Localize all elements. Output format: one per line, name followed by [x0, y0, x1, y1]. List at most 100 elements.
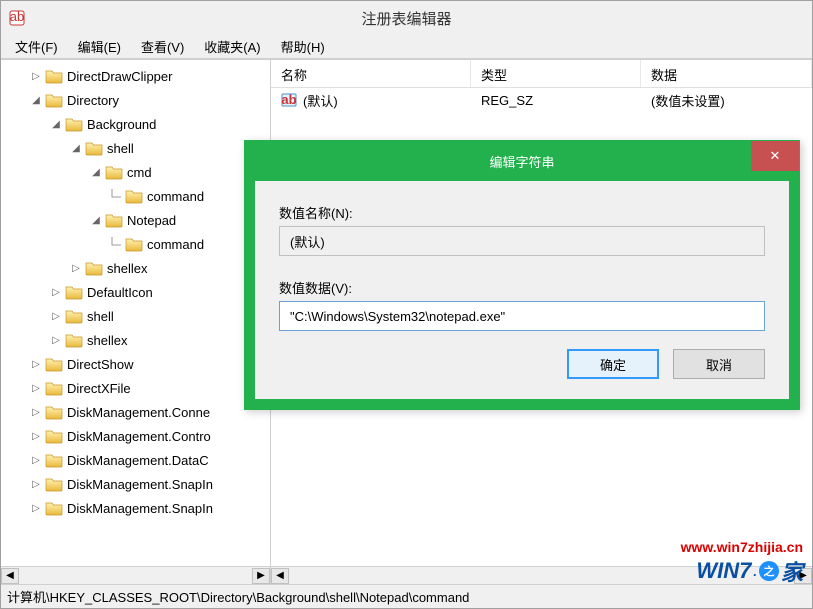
value-name-field: (默认) [279, 226, 765, 256]
tree-item-label: shellex [107, 261, 147, 276]
expander-icon[interactable]: ▷ [29, 429, 43, 443]
scroll-right-arrow-icon[interactable]: ▶ [252, 568, 270, 584]
label-value-name: 数值名称(N): [279, 203, 765, 222]
column-type[interactable]: 类型 [471, 60, 641, 87]
scroll-left-arrow-icon[interactable]: ◀ [1, 568, 19, 584]
tree-item-label: shellex [87, 333, 127, 348]
tree-item-label: Directory [67, 93, 119, 108]
tree-item[interactable]: ◢ shell [1, 136, 270, 160]
expander-icon[interactable]: ▷ [29, 381, 43, 395]
tree-item[interactable]: ◢Notepad [1, 208, 270, 232]
scroll-right-arrow-icon[interactable]: ▶ [794, 568, 812, 584]
folder-icon [45, 428, 63, 444]
tree-item[interactable]: ◢ cmd [1, 160, 270, 184]
tree-item[interactable]: ◢ Background [1, 112, 270, 136]
tree-item[interactable]: ▷ DefaultIcon [1, 280, 270, 304]
folder-icon [65, 116, 83, 132]
expander-icon[interactable]: ▷ [29, 357, 43, 371]
cancel-button[interactable]: 取消 [673, 349, 765, 379]
menu-help[interactable]: 帮助(H) [271, 34, 335, 59]
tree-horizontal-scrollbar[interactable]: ◀ ▶ [1, 566, 270, 584]
folder-icon [45, 380, 63, 396]
tree-item[interactable]: ▷ DirectShow [1, 352, 270, 376]
folder-icon [45, 92, 63, 108]
menu-favorites[interactable]: 收藏夹(A) [194, 34, 270, 59]
tree-item[interactable]: command [1, 232, 270, 256]
list-row[interactable]: (默认) REG_SZ (数值未设置) [271, 88, 812, 112]
menu-file[interactable]: 文件(F) [5, 34, 68, 59]
dialog-title-text: 编辑字符串 [489, 152, 554, 171]
ok-button[interactable]: 确定 [567, 349, 659, 379]
folder-icon [45, 476, 63, 492]
tree-item[interactable]: ▷ shellex [1, 256, 270, 280]
tree-item[interactable]: ▷ DiskManagement.Contro [1, 424, 270, 448]
value-name: (默认) [303, 91, 338, 110]
tree-item-label: command [147, 189, 204, 204]
expander-icon[interactable]: ▷ [69, 261, 83, 275]
expander-icon[interactable]: ▷ [49, 309, 63, 323]
value-data: (数值未设置) [641, 91, 812, 110]
tree-item[interactable]: ▷ DiskManagement.SnapIn [1, 496, 270, 520]
menu-view[interactable]: 查看(V) [131, 34, 194, 59]
tree-item-label: Background [87, 117, 156, 132]
scroll-left-arrow-icon[interactable]: ◀ [271, 568, 289, 584]
expander-icon[interactable]: ▷ [29, 453, 43, 467]
expander-icon[interactable]: ◢ [89, 165, 103, 179]
tree-connector-icon [109, 237, 123, 251]
tree-item-label: DefaultIcon [87, 285, 153, 300]
column-data[interactable]: 数据 [641, 60, 812, 87]
status-path: 计算机\HKEY_CLASSES_ROOT\Directory\Backgrou… [7, 587, 469, 606]
folder-icon [85, 140, 103, 156]
tree-item-label: DiskManagement.SnapIn [67, 477, 213, 492]
close-icon: ✕ [770, 148, 781, 164]
statusbar: 计算机\HKEY_CLASSES_ROOT\Directory\Backgrou… [1, 584, 812, 608]
tree-item[interactable]: ▷DiskManagement.Conne [1, 400, 270, 424]
expander-icon[interactable]: ◢ [89, 213, 103, 227]
tree-scroll[interactable]: ▷DirectDrawClipper◢Directory◢Background◢… [1, 60, 270, 566]
folder-icon [65, 332, 83, 348]
tree-item-label: DirectShow [67, 357, 133, 372]
tree-item[interactable]: ▷ shellex [1, 328, 270, 352]
folder-icon [125, 188, 143, 204]
tree-item[interactable]: ▷ DirectXFile [1, 376, 270, 400]
tree-pane: ▷DirectDrawClipper◢Directory◢Background◢… [1, 60, 271, 584]
folder-icon [45, 356, 63, 372]
column-name[interactable]: 名称 [271, 60, 471, 87]
close-button[interactable]: ✕ [751, 141, 799, 171]
expander-icon[interactable]: ▷ [29, 501, 43, 515]
expander-icon[interactable]: ▷ [29, 477, 43, 491]
folder-icon [125, 236, 143, 252]
tree-item[interactable]: command [1, 184, 270, 208]
expander-icon[interactable]: ◢ [29, 93, 43, 107]
list-horizontal-scrollbar[interactable]: ◀ ▶ [271, 566, 812, 584]
tree-item-label: DiskManagement.Contro [67, 429, 211, 444]
folder-icon [65, 308, 83, 324]
tree-item[interactable]: ▷ DiskManagement.SnapIn [1, 472, 270, 496]
tree-item-label: shell [107, 141, 134, 156]
tree-item[interactable]: ▷ shell [1, 304, 270, 328]
dialog-titlebar[interactable]: 编辑字符串 ✕ [245, 141, 799, 181]
menu-edit[interactable]: 编辑(E) [68, 34, 131, 59]
folder-icon [45, 404, 63, 420]
titlebar: 注册表编辑器 [1, 1, 812, 35]
value-data-input[interactable] [279, 301, 765, 331]
tree-item-label: cmd [127, 165, 152, 180]
tree-item-label: command [147, 237, 204, 252]
expander-icon[interactable]: ◢ [69, 141, 83, 155]
expander-icon[interactable]: ▷ [29, 69, 43, 83]
menubar: 文件(F) 编辑(E) 查看(V) 收藏夹(A) 帮助(H) [1, 35, 812, 59]
tree-item[interactable]: ◢ Directory [1, 88, 270, 112]
folder-icon [105, 212, 123, 228]
expander-icon[interactable]: ◢ [49, 117, 63, 131]
edit-string-dialog: 编辑字符串 ✕ 数值名称(N): (默认) 数值数据(V): 确定 取消 [244, 140, 800, 410]
expander-icon[interactable]: ▷ [49, 333, 63, 347]
tree-item-label: DiskManagement.SnapIn [67, 501, 213, 516]
tree-item[interactable]: ▷DirectDrawClipper [1, 64, 270, 88]
expander-icon[interactable]: ▷ [29, 405, 43, 419]
folder-icon [105, 164, 123, 180]
regedit-icon [9, 10, 25, 26]
tree-item[interactable]: ▷DiskManagement.DataC [1, 448, 270, 472]
tree-item-label: shell [87, 309, 114, 324]
expander-icon[interactable]: ▷ [49, 285, 63, 299]
tree-item-label: DirectXFile [67, 381, 131, 396]
